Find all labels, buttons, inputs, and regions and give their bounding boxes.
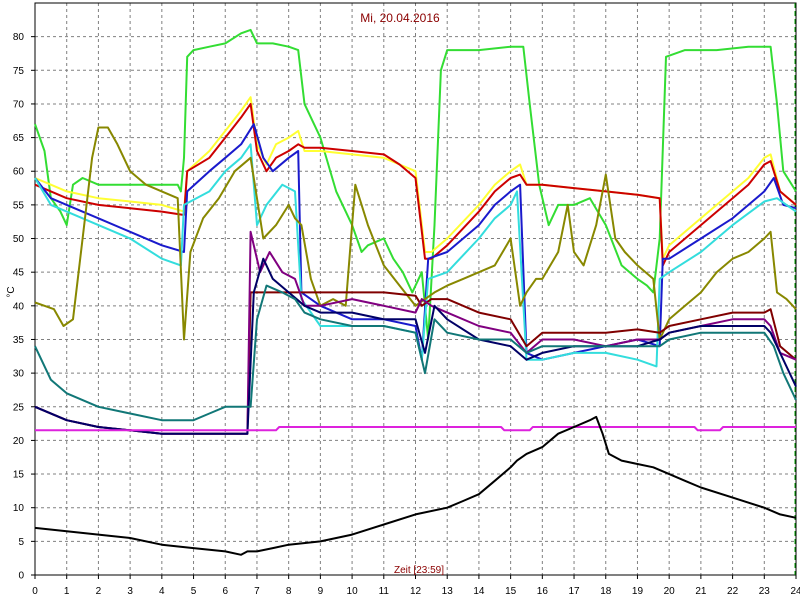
- y-tick-label: 15: [13, 470, 25, 481]
- y-tick-label: 40: [13, 301, 25, 312]
- y-tick-label: 60: [13, 167, 25, 178]
- x-tick-label: 5: [191, 586, 197, 597]
- x-tick-label: 20: [664, 586, 676, 597]
- x-tick-label: 18: [600, 586, 612, 597]
- y-tick-label: 50: [13, 234, 25, 245]
- chart: 0 1 2 3 4 5 6 7 8 9 10 11 12 13 14 15 16 17 18 19 20 21 22 23 24…: [0, 0, 800, 600]
- x-tick-label: 7: [254, 586, 260, 597]
- y-tick-label: 70: [13, 99, 25, 110]
- x-tick-label: 3: [127, 586, 133, 597]
- y-tick-label: 65: [13, 133, 25, 144]
- x-tick-label: 2: [96, 586, 102, 597]
- x-axis-label: Zeit [23:59]: [394, 565, 444, 576]
- y-tick-label: 55: [13, 200, 25, 211]
- y-tick-label: 80: [13, 32, 25, 43]
- y-axis-label: °C: [6, 286, 17, 297]
- x-tick-label: 9: [318, 586, 324, 597]
- x-tick-label: 0: [32, 586, 38, 597]
- y-tick-label: 25: [13, 402, 25, 413]
- x-tick-label: 23: [759, 586, 771, 597]
- x-tick-label: 22: [727, 586, 739, 597]
- x-tick-label: 1: [64, 586, 70, 597]
- y-tick-label: 0: [18, 571, 24, 582]
- y-tick-label: 5: [18, 537, 24, 548]
- x-tick-label: 15: [505, 586, 517, 597]
- x-tick-label: 12: [410, 586, 422, 597]
- x-tick-label: 4: [159, 586, 165, 597]
- x-tick-label: 16: [537, 586, 549, 597]
- y-tick-label: 45: [13, 268, 25, 279]
- y-tick-label: 10: [13, 503, 25, 514]
- x-tick-label: 17: [568, 586, 580, 597]
- x-tick-label: 8: [286, 586, 292, 597]
- x-tick-label: 21: [695, 586, 707, 597]
- plot-background: [0, 0, 800, 600]
- y-tick-label: 30: [13, 369, 25, 380]
- x-tick-label: 19: [632, 586, 644, 597]
- y-tick-label: 35: [13, 335, 25, 346]
- x-tick-label: 6: [222, 586, 228, 597]
- x-tick-label: 14: [473, 586, 485, 597]
- y-tick-label: 75: [13, 66, 25, 77]
- x-tick-label: 13: [442, 586, 454, 597]
- x-tick-label: 10: [347, 586, 359, 597]
- x-tick-label: 11: [379, 586, 390, 597]
- x-tick-label: 24: [790, 586, 800, 597]
- y-tick-label: 20: [13, 436, 25, 447]
- chart-title: Mi, 20.04.2016: [360, 11, 440, 25]
